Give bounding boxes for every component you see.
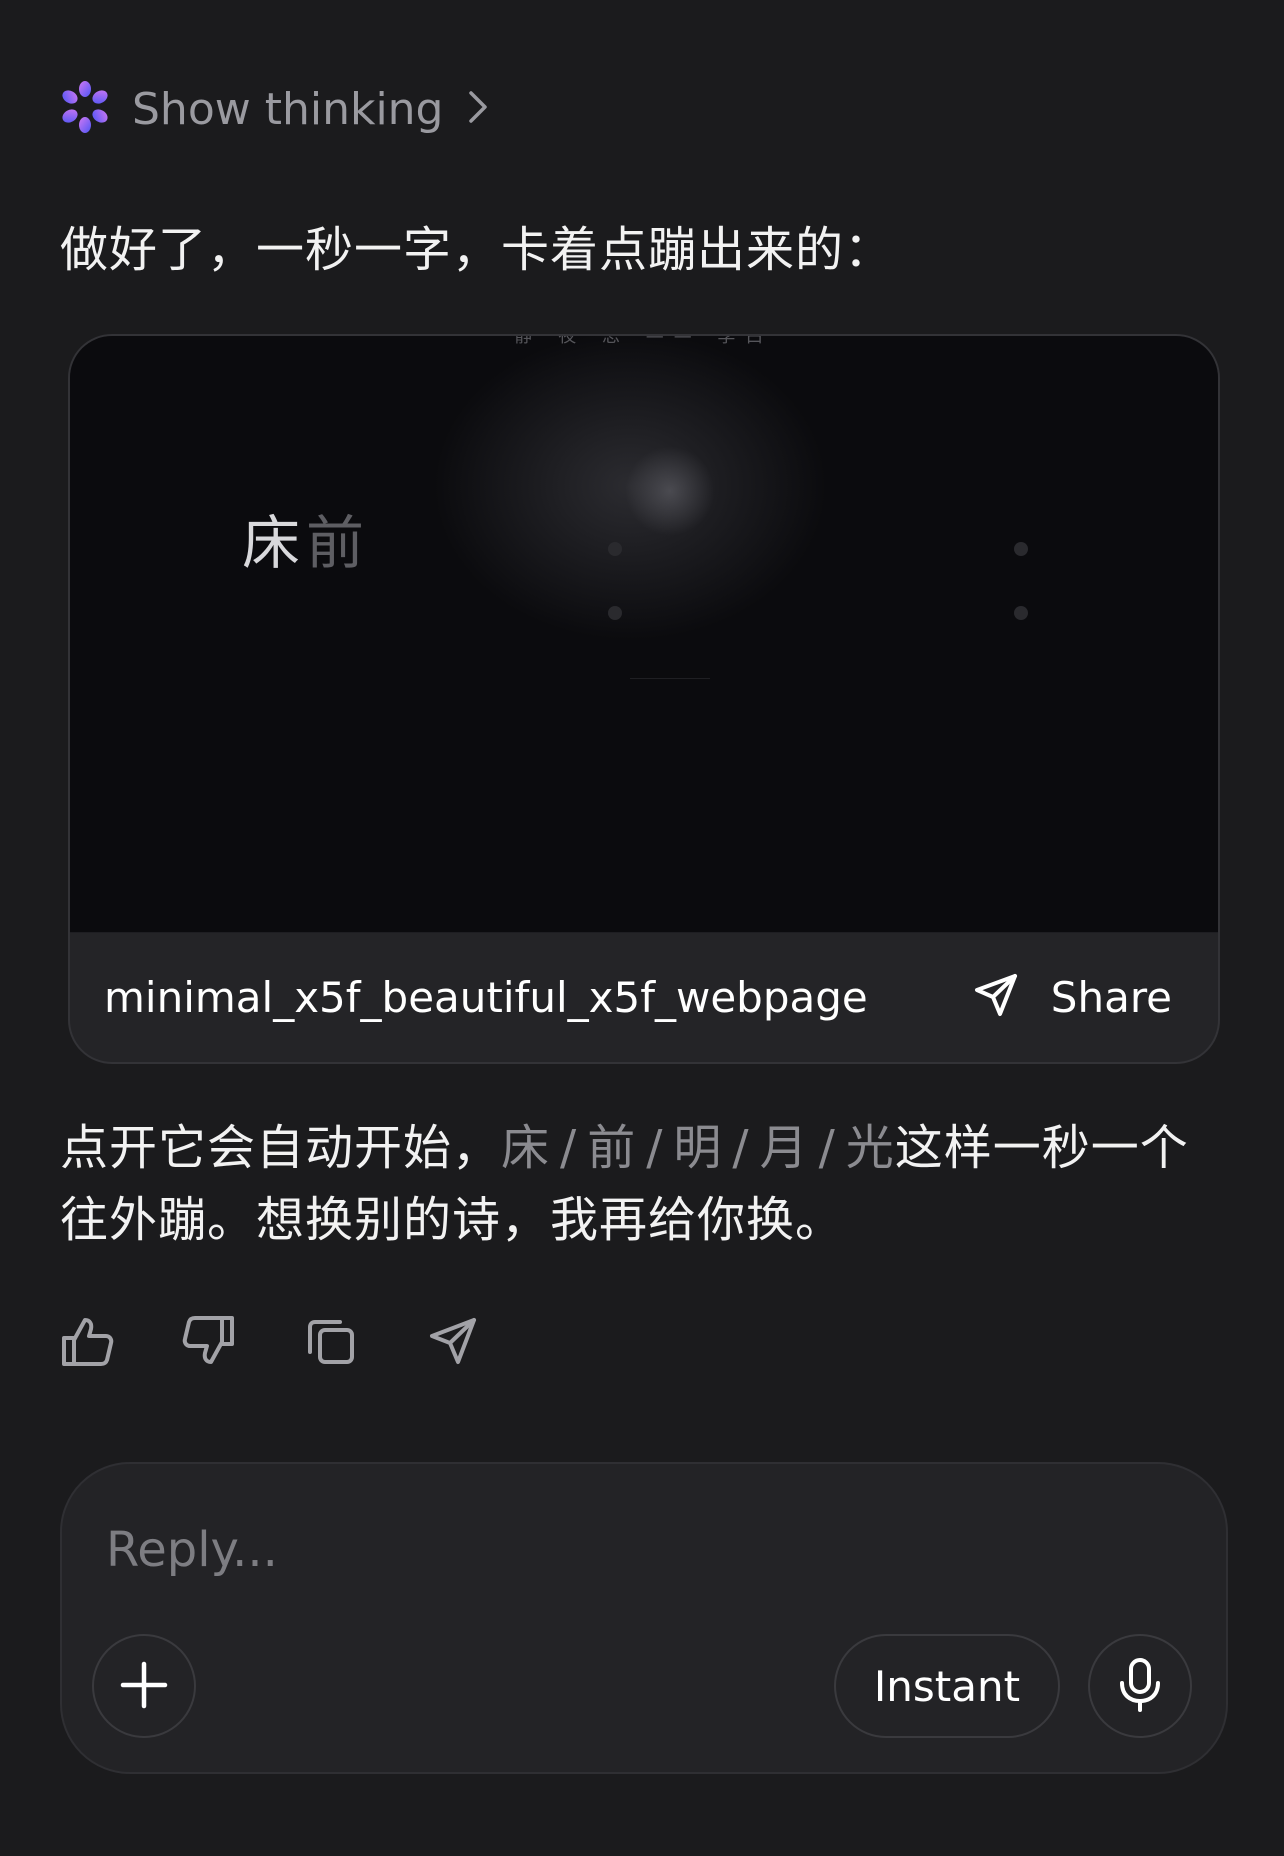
mode-select-button[interactable]: Instant bbox=[834, 1634, 1060, 1738]
thumbs-up-icon[interactable] bbox=[58, 1312, 116, 1370]
share-label: Share bbox=[1050, 972, 1172, 1022]
poem-separator: / bbox=[646, 1120, 664, 1176]
preview-glow bbox=[625, 446, 715, 536]
voice-input-button[interactable] bbox=[1088, 1634, 1192, 1738]
message-actions bbox=[58, 1312, 482, 1370]
poem-separator: / bbox=[560, 1120, 578, 1176]
assistant-body-text: 点开它会自动开始，床 / 前 / 明 / 月 / 光这样一秒一个往外蹦。想换别的诗，我再给你换。 bbox=[60, 1112, 1230, 1256]
preview-divider bbox=[630, 678, 710, 679]
flower-logo-icon bbox=[58, 80, 112, 138]
poem-separator: / bbox=[732, 1120, 750, 1176]
preview-dot bbox=[1014, 542, 1028, 556]
artifact-card[interactable]: 静 夜 思 —— 李白 床前 minimal_x5f_beautiful_x5f… bbox=[68, 334, 1220, 1064]
poem-char: 前 bbox=[587, 1120, 637, 1176]
artifact-footer: minimal_x5f_beautiful_x5f_webpage Share bbox=[70, 932, 1218, 1062]
preview-char-fading: 前 bbox=[306, 509, 371, 577]
poem-char: 光 bbox=[845, 1120, 895, 1176]
preview-dot bbox=[608, 542, 622, 556]
artifact-filename: minimal_x5f_beautiful_x5f_webpage bbox=[104, 972, 868, 1022]
preview-header-text: 静 夜 思 —— 李白 bbox=[514, 334, 774, 347]
body-prefix: 点开它会自动开始， bbox=[60, 1120, 502, 1176]
poem-char: 明 bbox=[673, 1120, 723, 1176]
plus-icon bbox=[119, 1660, 169, 1713]
artifact-preview[interactable]: 静 夜 思 —— 李白 床前 bbox=[70, 336, 1218, 933]
copy-icon[interactable] bbox=[302, 1312, 360, 1370]
show-thinking-toggle[interactable]: Show thinking bbox=[58, 80, 493, 138]
preview-dot bbox=[608, 606, 622, 620]
share-button[interactable]: Share bbox=[971, 970, 1172, 1024]
thumbs-down-icon[interactable] bbox=[180, 1312, 238, 1370]
assistant-intro-text: 做好了，一秒一字，卡着点蹦出来的： bbox=[60, 222, 894, 278]
poem-separator: / bbox=[818, 1120, 836, 1176]
preview-poem-text: 床前 bbox=[242, 496, 370, 580]
show-thinking-label: Show thinking bbox=[132, 83, 444, 135]
poem-char: 月 bbox=[759, 1120, 809, 1176]
share-icon[interactable] bbox=[424, 1312, 482, 1370]
reply-composer: Instant bbox=[60, 1462, 1228, 1774]
chevron-right-icon bbox=[463, 85, 493, 133]
chat-screen: Show thinking 做好了，一秒一字，卡着点蹦出来的： 静 夜 思 ——… bbox=[0, 0, 1284, 1856]
reply-input[interactable] bbox=[104, 1504, 1168, 1596]
microphone-icon bbox=[1116, 1657, 1164, 1716]
send-icon bbox=[971, 970, 1021, 1024]
preview-char-shown: 床 bbox=[242, 509, 307, 577]
add-attachment-button[interactable] bbox=[92, 1634, 196, 1738]
poem-char: 床 bbox=[501, 1120, 551, 1176]
preview-dot bbox=[1014, 606, 1028, 620]
